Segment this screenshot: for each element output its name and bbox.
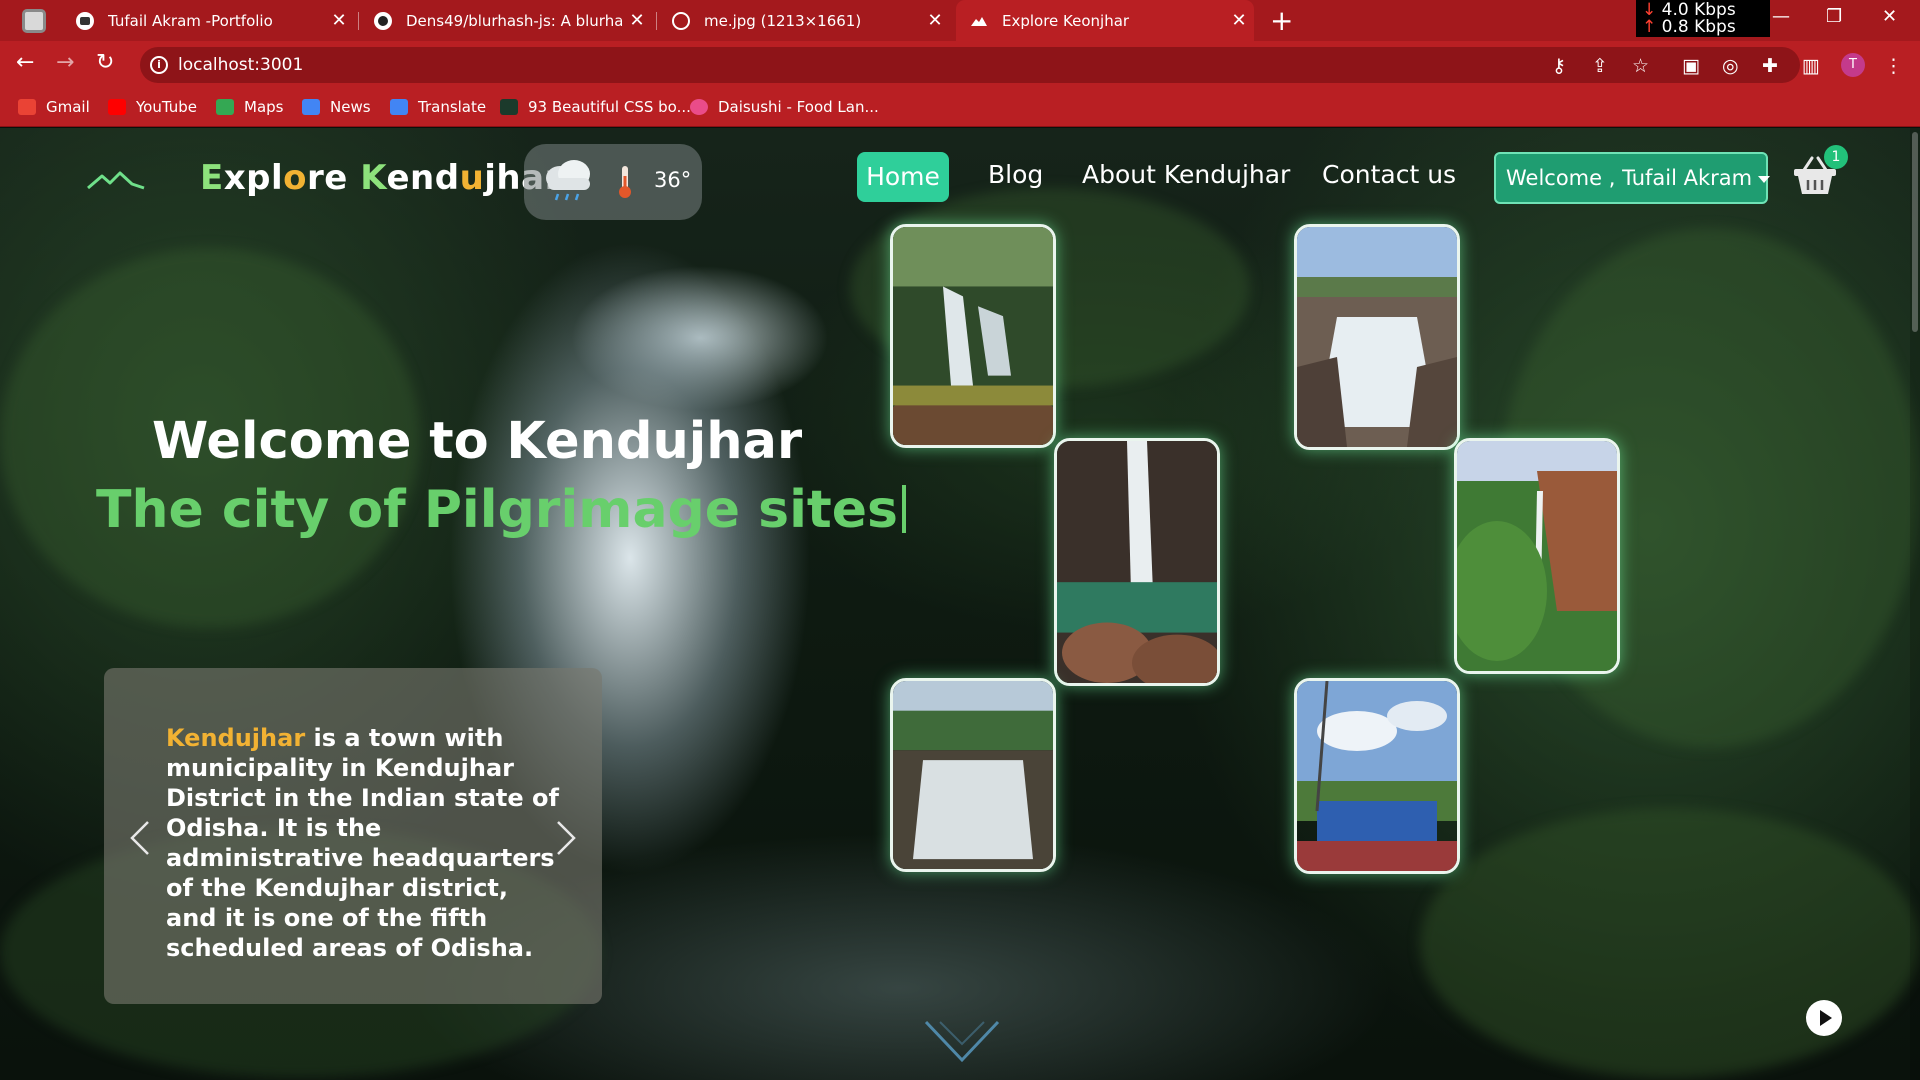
temperature-value: 36°: [654, 168, 692, 192]
tab-explore[interactable]: Explore Keonjhar ✕: [956, 0, 1254, 41]
news-icon: [302, 99, 320, 115]
share-icon[interactable]: ⇪: [1592, 55, 1608, 77]
user-menu-label: Welcome , Tufail Akram: [1506, 166, 1753, 190]
tab-image[interactable]: me.jpg (1213×1661) ✕: [658, 0, 950, 41]
tab-strip: Tufail Akram -Portfolio ✕ Dens49/blurhas…: [0, 0, 1920, 41]
info-carousel: Kendujhar is a town with municipality in…: [104, 668, 602, 1004]
tab-portfolio[interactable]: Tufail Akram -Portfolio ✕: [62, 0, 354, 41]
info-body: is a town with municipality in Kendujhar…: [166, 724, 559, 962]
upload-speed: 0.8 Kbps: [1661, 17, 1736, 37]
tab-title: Tufail Akram -Portfolio: [108, 11, 273, 30]
menu-kebab-icon[interactable]: ⋮: [1884, 55, 1903, 77]
bookmarks-bar: Gmail YouTube Maps News Translate 93 Bea…: [0, 89, 1920, 127]
bookmark-css[interactable]: 93 Beautiful CSS bo...: [500, 98, 691, 116]
nav-blog[interactable]: Blog: [988, 160, 1043, 189]
bookmark-maps[interactable]: Maps: [216, 98, 283, 116]
typing-cursor: [902, 485, 906, 533]
close-icon[interactable]: ✕: [324, 10, 354, 31]
play-music-button[interactable]: [1806, 1000, 1842, 1036]
globe-icon: [672, 11, 690, 30]
user-menu-dropdown[interactable]: Welcome , Tufail Akram: [1494, 152, 1771, 204]
tab-divider: [656, 12, 657, 30]
maps-icon: [216, 99, 234, 115]
tab-title: Explore Keonjhar: [1002, 11, 1130, 30]
restore-icon[interactable]: ❐: [1826, 6, 1842, 27]
css-bookmark-icon: [500, 99, 518, 115]
reload-icon[interactable]: ↻: [96, 50, 114, 75]
bookmark-news[interactable]: News: [302, 98, 371, 116]
nav-home[interactable]: Home: [857, 152, 949, 202]
key-icon[interactable]: ⚷: [1552, 55, 1566, 77]
gallery-photo-waterfall-2[interactable]: [1294, 224, 1460, 450]
mountain-icon: [970, 12, 988, 30]
site-info-icon[interactable]: i: [150, 56, 168, 74]
hero-subtitle: The city of Pilgrimage sites: [96, 480, 906, 540]
bookmark-translate[interactable]: Translate: [390, 98, 486, 116]
brand-logo-icon[interactable]: [86, 170, 146, 190]
gallery-photo-waterfall-1[interactable]: [890, 224, 1056, 448]
scrollbar-thumb[interactable]: [1912, 132, 1918, 332]
bookmark-star-icon[interactable]: ☆: [1632, 55, 1649, 77]
tab-github[interactable]: Dens49/blurhash-js: A blurhash p ✕: [360, 0, 652, 41]
page-viewport: Explore Kendujhar 36° Home Blog About Ke…: [0, 128, 1920, 1080]
thermometer-icon: [619, 166, 631, 198]
caret-down-icon: [1758, 175, 1771, 183]
chevron-left-icon[interactable]: [128, 818, 152, 858]
url-text[interactable]: localhost:3001: [178, 55, 303, 75]
puzzle-icon[interactable]: ✚: [1762, 55, 1778, 77]
gmail-icon: [18, 99, 36, 115]
cart-count-badge: 1: [1824, 145, 1848, 169]
back-icon[interactable]: ←: [16, 50, 34, 75]
extension-red-icon[interactable]: ▣: [1682, 55, 1700, 77]
bookmark-daisushi[interactable]: Daisushi - Food Lan...: [690, 98, 879, 116]
translate-icon: [390, 99, 408, 115]
new-tab-button[interactable]: +: [1270, 4, 1293, 37]
extension-target-icon[interactable]: ◎: [1722, 55, 1739, 77]
app-icon[interactable]: [22, 9, 46, 33]
close-icon[interactable]: ✕: [920, 10, 950, 31]
github-icon: [374, 11, 392, 30]
bookmark-youtube[interactable]: YouTube: [108, 98, 197, 116]
youtube-icon: [108, 99, 126, 115]
rain-cloud-icon: [546, 160, 590, 201]
close-icon[interactable]: ✕: [622, 10, 652, 31]
foliage-bg: [1420, 808, 1920, 1078]
page-scrollbar[interactable]: [1910, 128, 1920, 1080]
hero-subtitle-text: The city of Pilgrimage sites: [96, 480, 898, 540]
forward-icon[interactable]: →: [56, 50, 74, 75]
chevron-right-icon[interactable]: [554, 818, 578, 858]
info-text: Kendujhar is a town with municipality in…: [166, 723, 566, 963]
gallery-photo-waterfall-3[interactable]: [1054, 438, 1220, 686]
brand-name[interactable]: Explore Kendujhar: [200, 158, 562, 198]
tab-title: me.jpg (1213×1661): [704, 11, 862, 30]
address-toolbar: ← → ↻ i localhost:3001 ⚷ ⇪ ☆ ▣ ◎ ✚ ▥ T ⋮: [0, 41, 1920, 89]
scroll-down-chevron-icon[interactable]: [922, 1014, 1002, 1070]
profile-avatar[interactable]: T: [1841, 53, 1865, 77]
gallery-photo-waterfall-5[interactable]: [890, 678, 1056, 872]
network-monitor: ↓ 4.0 Kbps ↑ 0.8 Kbps: [1636, 0, 1770, 37]
address-bar[interactable]: [140, 47, 1800, 83]
bookmark-gmail[interactable]: Gmail: [18, 98, 90, 116]
close-icon[interactable]: ✕: [1224, 10, 1254, 31]
tab-divider: [358, 12, 359, 30]
portfolio-icon: [76, 11, 94, 30]
gallery-photo-fountain[interactable]: [1294, 678, 1460, 874]
weather-widget: 36°: [524, 144, 702, 220]
tab-title: Dens49/blurhash-js: A blurhash p: [406, 11, 622, 30]
info-highlight: Kendujhar: [166, 724, 306, 752]
dribbble-icon: [690, 99, 708, 115]
gallery-photo-waterfall-4[interactable]: [1454, 438, 1620, 674]
nav-about[interactable]: About Kendujhar: [1082, 160, 1290, 189]
sidepanel-icon[interactable]: ▥: [1802, 55, 1820, 77]
minimize-icon[interactable]: —: [1772, 6, 1790, 27]
close-window-icon[interactable]: ✕: [1882, 6, 1897, 27]
nav-contact[interactable]: Contact us: [1322, 160, 1456, 189]
hero-title: Welcome to Kendujhar: [152, 412, 803, 471]
